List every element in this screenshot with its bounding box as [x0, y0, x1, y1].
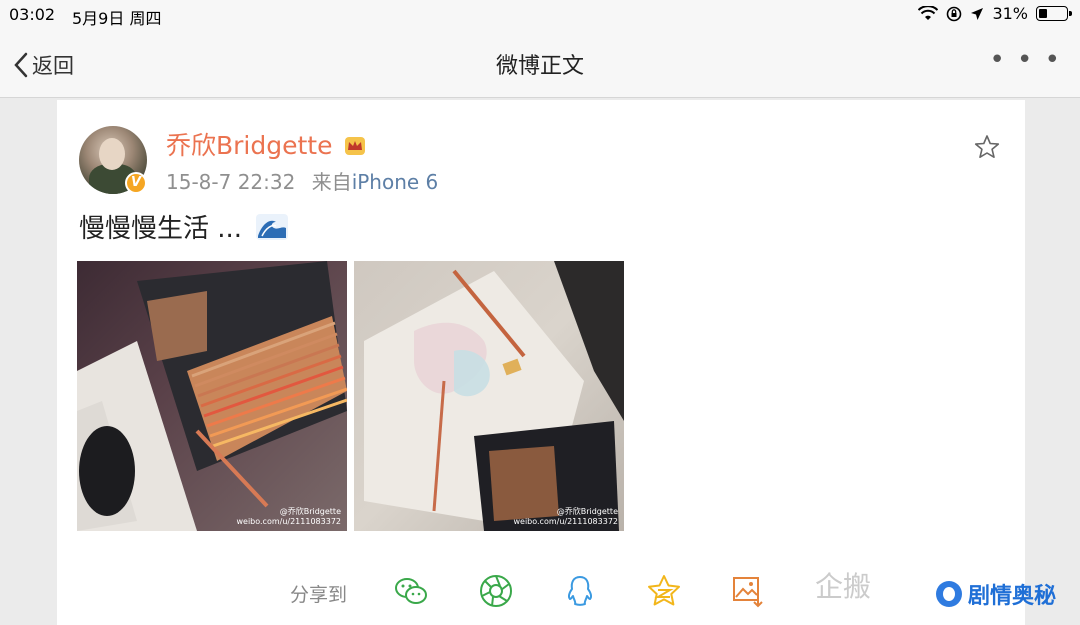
status-time: 03:02	[9, 5, 56, 24]
moments-icon[interactable]	[478, 573, 514, 609]
post-meta: 15-8-7 22:32 来自iPhone 6	[166, 166, 438, 195]
share-label: 分享到	[290, 584, 348, 606]
qzone-icon[interactable]	[646, 573, 682, 609]
brand-watermark-text: 剧情奥秘	[968, 584, 1057, 609]
location-icon	[971, 7, 984, 20]
post-timestamp: 15-8-7 22:32	[166, 170, 296, 194]
vip-crown-icon	[345, 137, 366, 155]
sketchbook-illustration	[364, 261, 624, 531]
source-prefix: 来自	[311, 170, 352, 194]
brand-logo-icon	[936, 581, 962, 607]
brand-watermark: 剧情奥秘	[936, 578, 1056, 610]
wave-emoji-icon	[256, 214, 289, 240]
source-link[interactable]: iPhone 6	[352, 170, 439, 194]
pencil-tin-illustration	[77, 261, 347, 531]
status-date: 5月9日 周四	[72, 9, 162, 28]
image-watermark-1: @乔欣Bridgette weibo.com/u/2111083372	[236, 507, 341, 526]
status-indicators: 31%	[918, 4, 1072, 23]
wifi-icon	[918, 5, 939, 20]
battery-icon	[1036, 6, 1072, 21]
navigation-bar: 返回 微博正文 • • •	[0, 28, 1080, 98]
username-text: 乔欣Bridgette	[166, 131, 333, 160]
wechat-icon[interactable]	[393, 573, 429, 609]
username[interactable]: 乔欣Bridgette	[166, 126, 366, 162]
verified-badge: V	[125, 172, 147, 194]
save-image-icon[interactable]	[730, 573, 766, 609]
battery-percent: 31%	[992, 4, 1028, 23]
page-title: 微博正文	[495, 54, 584, 79]
weibo-post-card: V 乔欣Bridgette 15-8-7 22:32 来自iPhone 6 慢慢…	[57, 100, 1025, 625]
post-image-2[interactable]: @乔欣Bridgette weibo.com/u/2111083372	[354, 261, 624, 531]
faded-watermark-text: 企搬	[815, 570, 872, 603]
post-image-1[interactable]: @乔欣Bridgette weibo.com/u/2111083372	[77, 261, 347, 531]
more-button[interactable]: • • •	[989, 45, 1062, 75]
post-text: 慢慢慢生活 ...	[79, 208, 289, 245]
orientation-lock-icon	[947, 6, 962, 21]
image-watermark-2: @乔欣Bridgette weibo.com/u/2111083372	[513, 507, 618, 526]
status-bar: 03:02 5月9日 周四 31%	[0, 0, 1080, 28]
qq-icon[interactable]	[562, 573, 598, 609]
post-text-content: 慢慢慢生活 ...	[79, 214, 243, 244]
share-bar: 分享到	[57, 570, 1025, 614]
favorite-star-icon[interactable]	[974, 134, 1000, 160]
